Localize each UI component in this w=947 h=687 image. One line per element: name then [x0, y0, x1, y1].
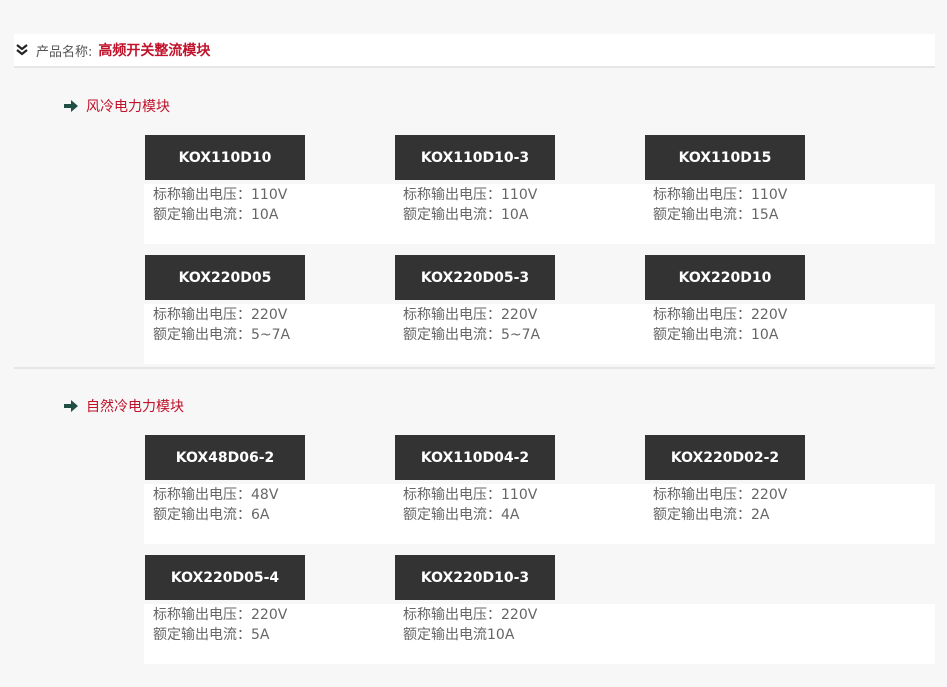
product-name[interactable]: KOX110D10: [145, 135, 305, 180]
product-name[interactable]: KOX220D10: [645, 255, 805, 300]
product-name-value: 高频开关整流模块: [98, 43, 211, 59]
product-card[interactable]: KOX110D10 标称输出电压：110V 额定输出电流：10A: [145, 135, 305, 225]
product-card[interactable]: KOX220D05 标称输出电压：220V 额定输出电流：5~7A: [145, 255, 305, 345]
product-card[interactable]: KOX110D04-2 标称输出电压：110V 额定输出电流：4A: [395, 435, 555, 525]
product-voltage: 标称输出电压：220V: [153, 307, 288, 323]
product-card[interactable]: KOX220D10 标称输出电压：220V 额定输出电流：10A: [645, 255, 805, 345]
product-current: 额定输出电流：6A: [153, 507, 270, 523]
product-card[interactable]: KOX110D15 标称输出电压：110V 额定输出电流：15A: [645, 135, 805, 225]
section-title[interactable]: 自然冷电力模块: [64, 396, 184, 416]
product-name-label: 产品名称:: [36, 44, 93, 60]
product-card[interactable]: KOX110D10-3 标称输出电压：110V 额定输出电流：10A: [395, 135, 555, 225]
product-name[interactable]: KOX220D05: [145, 255, 305, 300]
product-name[interactable]: KOX110D10-3: [395, 135, 555, 180]
right-arrow-icon: [64, 100, 78, 112]
product-current: 额定输出电流：5~7A: [153, 327, 291, 343]
section-divider: [14, 367, 935, 369]
section-air-cooled: 风冷电力模块 KOX110D10 标称输出电压：110V 额定输出电流：10A …: [14, 70, 935, 368]
product-current: 额定输出电流：5A: [153, 627, 270, 643]
product-voltage: 标称输出电压：220V: [653, 487, 788, 503]
product-current: 额定输出电流：10A: [153, 207, 279, 223]
product-card[interactable]: KOX48D06-2 标称输出电压：48V 额定输出电流：6A: [145, 435, 305, 525]
product-current: 额定输出电流10A: [403, 627, 515, 643]
product-card[interactable]: KOX220D05-4 标称输出电压：220V 额定输出电流：5A: [145, 555, 305, 645]
product-voltage: 标称输出电压：220V: [653, 307, 788, 323]
product-card[interactable]: KOX220D05-3 标称输出电压：220V 额定输出电流：5~7A: [395, 255, 555, 345]
product-name[interactable]: KOX110D15: [645, 135, 805, 180]
product-name-header: 产品名称: 高频开关整流模块: [14, 34, 935, 68]
product-voltage: 标称输出电压：110V: [403, 487, 538, 503]
product-name[interactable]: KOX48D06-2: [145, 435, 305, 480]
section-natural-cooled: 自然冷电力模块 KOX48D06-2 标称输出电压：48V 额定输出电流：6A …: [14, 370, 935, 670]
product-name[interactable]: KOX220D05-3: [395, 255, 555, 300]
product-voltage: 标称输出电压：110V: [403, 187, 538, 203]
product-current: 额定输出电流：10A: [403, 207, 529, 223]
product-voltage: 标称输出电压：220V: [403, 307, 538, 323]
product-voltage: 标称输出电压：220V: [153, 607, 288, 623]
section-title-text: 自然冷电力模块: [86, 399, 184, 415]
section-title-text: 风冷电力模块: [86, 99, 170, 115]
product-current: 额定输出电流：5~7A: [403, 327, 541, 343]
double-chevron-down-icon[interactable]: [15, 43, 29, 57]
section-title[interactable]: 风冷电力模块: [64, 96, 170, 116]
product-current: 额定输出电流：2A: [653, 507, 770, 523]
product-current: 额定输出电流：15A: [653, 207, 779, 223]
product-current: 额定输出电流：4A: [403, 507, 520, 523]
product-name[interactable]: KOX220D02-2: [645, 435, 805, 480]
product-voltage: 标称输出电压：110V: [153, 187, 288, 203]
product-name[interactable]: KOX110D04-2: [395, 435, 555, 480]
product-voltage: 标称输出电压：220V: [403, 607, 538, 623]
product-card[interactable]: KOX220D02-2 标称输出电压：220V 额定输出电流：2A: [645, 435, 805, 525]
product-voltage: 标称输出电压：110V: [653, 187, 788, 203]
product-current: 额定输出电流：10A: [653, 327, 779, 343]
product-voltage: 标称输出电压：48V: [153, 487, 279, 503]
product-name[interactable]: KOX220D05-4: [145, 555, 305, 600]
product-name[interactable]: KOX220D10-3: [395, 555, 555, 600]
right-arrow-icon: [64, 400, 78, 412]
product-card[interactable]: KOX220D10-3 标称输出电压：220V 额定输出电流10A: [395, 555, 555, 645]
